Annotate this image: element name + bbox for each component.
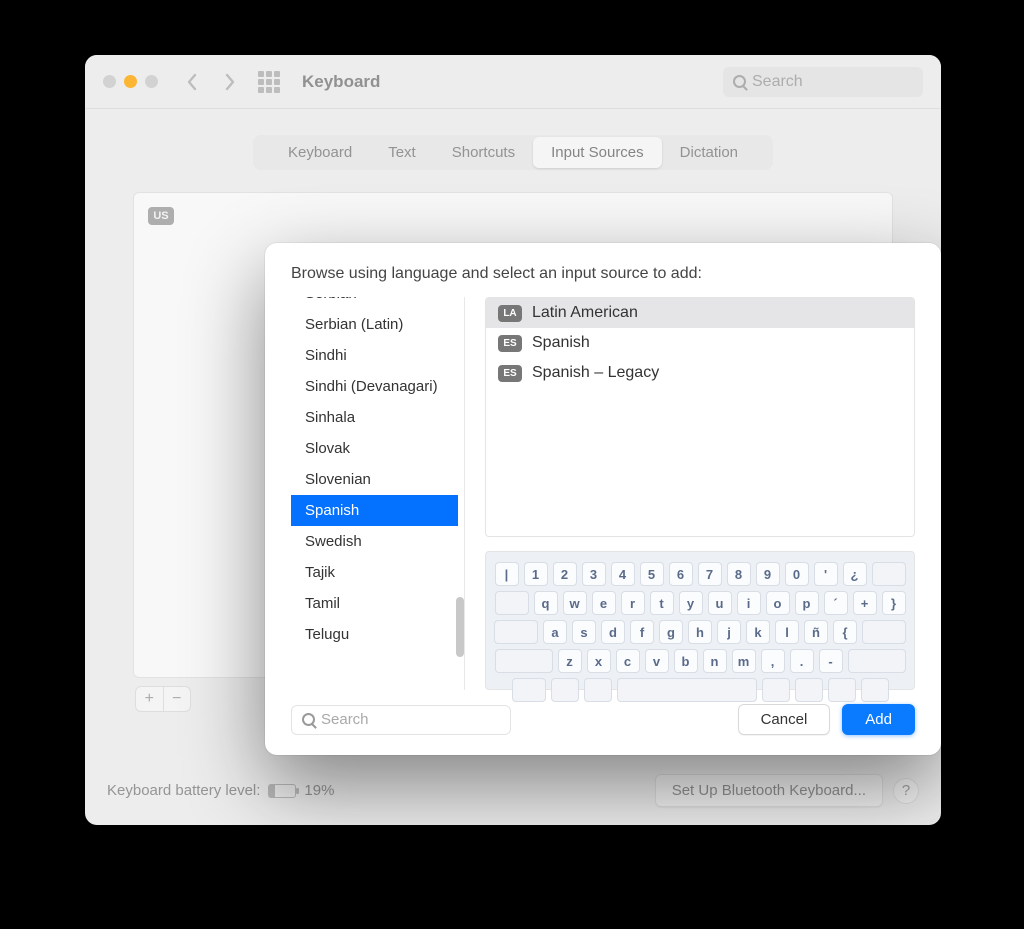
language-item[interactable]: Serbian (Latin): [291, 309, 458, 340]
key: m: [732, 649, 756, 673]
source-label: Spanish: [532, 334, 590, 352]
key: a: [543, 620, 567, 644]
language-item[interactable]: Slovenian: [291, 464, 458, 495]
scrollbar-thumb[interactable]: [456, 597, 464, 657]
key: q: [534, 591, 558, 615]
language-item[interactable]: Tamil: [291, 588, 458, 619]
key: 8: [727, 562, 751, 586]
search-icon: [302, 713, 315, 726]
key: g: [659, 620, 683, 644]
key: o: [766, 591, 790, 615]
language-item[interactable]: Telugu: [291, 619, 458, 650]
key: j: [717, 620, 741, 644]
key: x: [587, 649, 611, 673]
key: z: [558, 649, 582, 673]
add-button[interactable]: Add: [842, 704, 915, 735]
key: r: [621, 591, 645, 615]
key: 2: [553, 562, 577, 586]
key: -: [819, 649, 843, 673]
input-source-item[interactable]: ES Spanish – Legacy: [486, 358, 914, 388]
source-label: Latin American: [532, 304, 638, 322]
source-label: Spanish – Legacy: [532, 364, 659, 382]
key: b: [674, 649, 698, 673]
key: ¿: [843, 562, 867, 586]
key: h: [688, 620, 712, 644]
keyboard-preview: |1234567890'¿ qwertyuiop´+} asdfghjklñ{ zxc…: [485, 551, 915, 690]
dialog-search[interactable]: Search: [291, 705, 511, 735]
key: ´: [824, 591, 848, 615]
key: 5: [640, 562, 664, 586]
key: v: [645, 649, 669, 673]
dialog-body: SerbianSerbian (Latin)SindhiSindhi (Deva…: [291, 297, 915, 690]
language-item[interactable]: Sinhala: [291, 402, 458, 433]
language-item[interactable]: Tajik: [291, 557, 458, 588]
key: 3: [582, 562, 606, 586]
key: n: [703, 649, 727, 673]
key: 1: [524, 562, 548, 586]
key: ,: [761, 649, 785, 673]
key: u: [708, 591, 732, 615]
language-list[interactable]: SerbianSerbian (Latin)SindhiSindhi (Deva…: [291, 297, 465, 690]
key: .: [790, 649, 814, 673]
key: t: [650, 591, 674, 615]
language-item[interactable]: Sindhi: [291, 340, 458, 371]
language-item[interactable]: Serbian: [291, 297, 458, 309]
key: p: [795, 591, 819, 615]
key: }: [882, 591, 906, 615]
key: f: [630, 620, 654, 644]
key: +: [853, 591, 877, 615]
add-input-source-dialog: Browse using language and select an inpu…: [265, 243, 941, 755]
key: 9: [756, 562, 780, 586]
key: |: [495, 562, 519, 586]
key: 0: [785, 562, 809, 586]
key: {: [833, 620, 857, 644]
key: y: [679, 591, 703, 615]
language-item[interactable]: Spanish: [291, 495, 458, 526]
input-source-list[interactable]: LA Latin American ES Spanish ES Spanish – Leg…: [485, 297, 915, 537]
input-source-item[interactable]: LA Latin American: [486, 298, 914, 328]
input-source-item[interactable]: ES Spanish: [486, 328, 914, 358]
key: l: [775, 620, 799, 644]
language-item[interactable]: Sindhi (Devanagari): [291, 371, 458, 402]
dialog-search-placeholder: Search: [321, 711, 369, 728]
key: w: [563, 591, 587, 615]
dialog-prompt: Browse using language and select an inpu…: [291, 265, 915, 283]
key: d: [601, 620, 625, 644]
cancel-button[interactable]: Cancel: [738, 704, 831, 735]
language-item[interactable]: Slovak: [291, 433, 458, 464]
key: s: [572, 620, 596, 644]
source-chip: LA: [498, 305, 522, 322]
key: 6: [669, 562, 693, 586]
key: 4: [611, 562, 635, 586]
source-chip: ES: [498, 365, 522, 382]
language-item[interactable]: Swedish: [291, 526, 458, 557]
key: 7: [698, 562, 722, 586]
source-chip: ES: [498, 335, 522, 352]
key: ñ: [804, 620, 828, 644]
key: k: [746, 620, 770, 644]
key: ': [814, 562, 838, 586]
key: i: [737, 591, 761, 615]
key: c: [616, 649, 640, 673]
key: e: [592, 591, 616, 615]
